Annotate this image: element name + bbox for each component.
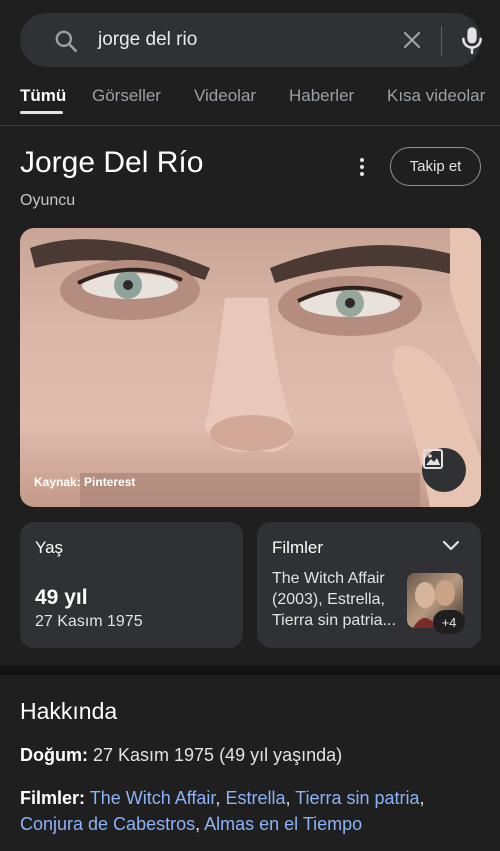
films-card-title: Filmler xyxy=(272,538,323,557)
section-divider xyxy=(0,665,500,675)
film-link[interactable]: Tierra sin patria xyxy=(295,788,419,808)
view-images-button[interactable] xyxy=(422,448,466,492)
birth-label: Doğum: xyxy=(20,745,88,765)
age-card[interactable]: Yaş 49 yıl 27 Kasım 1975 xyxy=(20,522,243,648)
tab-all[interactable]: Tümü xyxy=(20,86,66,106)
birth-value: 27 Kasım 1975 (49 yıl yaşında) xyxy=(87,745,343,765)
films-row: Filmler: The Witch Affair, Estrella, Tie… xyxy=(20,788,425,834)
image-icon xyxy=(423,449,443,469)
film-link[interactable]: Almas en el Tiempo xyxy=(204,814,362,834)
birth-date: 27 Kasım 1975 xyxy=(35,613,143,630)
about-heading: Hakkında xyxy=(20,698,118,724)
tab-short-videos[interactable]: Kısa videolar xyxy=(387,86,485,106)
entity-subtitle: Oyuncu xyxy=(20,192,76,209)
age-value: 49 yıl xyxy=(35,586,88,609)
chevron-down-icon[interactable] xyxy=(441,539,461,553)
entity-photo[interactable]: Kaynak: Pinterest xyxy=(20,228,481,507)
films-card[interactable]: Filmler The Witch Affair (2003), Estrell… xyxy=(257,522,481,648)
film-link[interactable]: The Witch Affair xyxy=(90,788,216,808)
tab-videos[interactable]: Videolar xyxy=(194,86,256,106)
search-input[interactable]: jorge del rio xyxy=(98,29,197,51)
search-divider xyxy=(441,26,442,56)
page-title: Jorge Del Río xyxy=(20,146,204,179)
films-label: Filmler: xyxy=(20,788,86,808)
search-bar[interactable]: jorge del rio xyxy=(20,13,482,67)
close-icon[interactable] xyxy=(400,28,424,52)
films-list-text: The Witch Affair (2003), Estrella, Tierr… xyxy=(272,570,396,629)
tab-images[interactable]: Görseller xyxy=(92,86,161,106)
birth-row: Doğum: 27 Kasım 1975 (49 yıl yaşında) xyxy=(20,742,342,768)
microphone-icon[interactable] xyxy=(458,25,486,55)
tab-news[interactable]: Haberler xyxy=(289,86,354,106)
follow-button[interactable]: Takip et xyxy=(390,147,481,186)
search-icon xyxy=(55,30,78,53)
image-source-label: Kaynak: Pinterest xyxy=(34,475,136,489)
more-options-icon[interactable] xyxy=(352,154,372,180)
film-link[interactable]: Conjura de Cabestros xyxy=(20,814,195,834)
more-films-badge[interactable]: +4 xyxy=(433,610,465,634)
portrait-image xyxy=(30,228,481,507)
age-card-title: Yaş xyxy=(35,538,64,557)
active-tab-indicator xyxy=(20,111,63,114)
search-tabs: Tümü Görseller Videolar Haberler Kısa vi… xyxy=(0,80,500,126)
film-link[interactable]: Estrella xyxy=(225,788,285,808)
